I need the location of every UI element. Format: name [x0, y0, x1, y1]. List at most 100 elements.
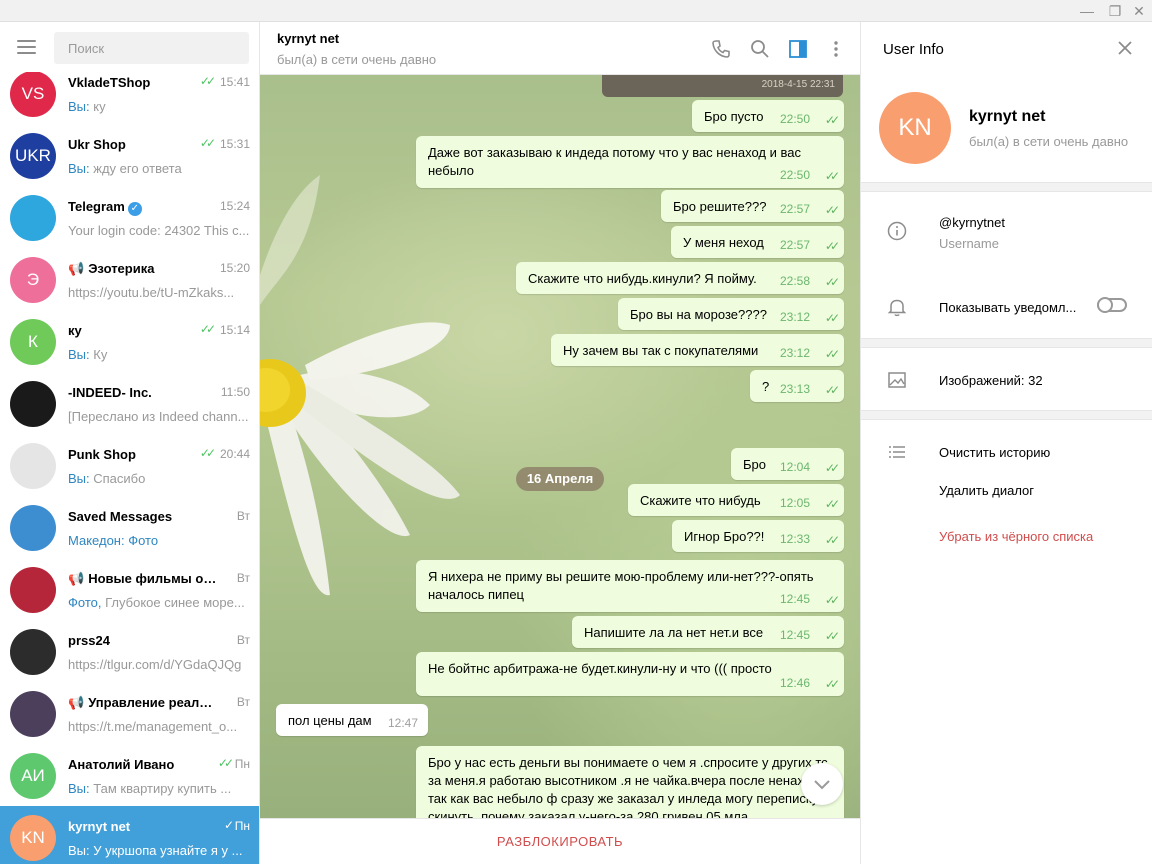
outgoing-message[interactable]: Бро решите??? 22:57 ✓✓	[661, 190, 844, 222]
unblock-button[interactable]: РАЗБЛОКИРОВАТЬ	[260, 818, 860, 864]
chat-list-item[interactable]: prss24 Вт https://tlgur.com/d/YGdaQJQg	[0, 620, 259, 682]
restore-button[interactable]: ❐	[1102, 0, 1128, 22]
bell-icon	[887, 299, 907, 317]
message-time: 12:47	[387, 716, 418, 730]
delete-dialog-button[interactable]: Удалить диалог	[939, 483, 1034, 498]
list-icon	[889, 446, 905, 458]
minimize-button[interactable]: —	[1074, 0, 1100, 22]
preview-prefix: Македон: Фото	[68, 533, 159, 548]
avatar[interactable]: KN	[879, 92, 951, 164]
chat-name: Анатолий Ивано	[68, 757, 218, 772]
chat-list-item[interactable]: Telegram ✓ 15:24 Your login code: 24302 Thi…	[0, 186, 259, 248]
unblacklist-button[interactable]: Убрать из чёрного списка	[939, 529, 1093, 544]
outgoing-message[interactable]: ? 23:13 ✓✓	[750, 370, 844, 402]
chat-list-item[interactable]: Punk Shop 20:44 Вы: Спасибо ✓✓	[0, 434, 259, 496]
phone-icon[interactable]	[710, 38, 732, 60]
chat-list-item[interactable]: 📢 Управление реальн... Вт https://t.me/mana…	[0, 682, 259, 744]
avatar: АИ	[10, 753, 56, 799]
avatar: UKR	[10, 133, 56, 179]
sidebar-toggle-icon[interactable]	[787, 38, 809, 60]
chat-list-item[interactable]: 📢 Новые фильмы он... Вт Фото, Глубокое сине…	[0, 558, 259, 620]
message-text: Бро пусто	[704, 109, 764, 124]
chat-list-item[interactable]: Saved Messages Вт Македон: Фото	[0, 496, 259, 558]
close-icon[interactable]	[1117, 40, 1133, 56]
double-check-icon: ✓✓	[824, 239, 840, 253]
outgoing-message[interactable]: Я нихера не приму вы решите мою-проблему…	[416, 560, 844, 612]
chat-list-item[interactable]: Кку 15:14 Вы: Ку ✓✓	[0, 310, 259, 372]
outgoing-message[interactable]: Бро пусто 22:50 ✓✓	[692, 100, 844, 132]
preview-prefix: Вы:	[68, 99, 90, 114]
chat-preview: https://youtu.be/tU-mZkaks...	[68, 285, 250, 300]
preview-prefix: Вы:	[68, 843, 90, 858]
avatar-initials: Э	[26, 270, 40, 289]
chat-list-item[interactable]: Э 📢 Эзотерика 15:20 https://youtu.be/tU-mZka…	[0, 248, 259, 310]
message-time: 22:57	[779, 238, 810, 252]
chat-preview: https://tlgur.com/d/YGdaQJQg	[68, 657, 250, 672]
notifications-label: Показывать уведомл...	[939, 300, 1077, 315]
chat-list-item[interactable]: UKR Ukr Shop 15:31 Вы: жду его ответа ✓✓	[0, 124, 259, 186]
outgoing-message[interactable]: Игнор Бро??! 12:33 ✓✓	[672, 520, 844, 552]
double-check-icon: ✓✓	[824, 169, 840, 183]
divider	[861, 182, 1152, 192]
incoming-message[interactable]: пол цены дам 12:47	[276, 704, 428, 736]
outgoing-message[interactable]: Бро у нас есть деньги вы понимаете о чем…	[416, 746, 844, 818]
chat-name-text: ку	[68, 323, 82, 338]
message-time: 12:05	[779, 496, 810, 510]
chat-list-item[interactable]: -INDEED- Inc. 11:50 [Переслано из Indeed c…	[0, 372, 259, 434]
verified-icon: ✓	[127, 202, 142, 216]
images-count[interactable]: Изображений: 32	[939, 373, 1043, 388]
outgoing-message[interactable]: Ну зачем вы так с покупателями 23:12 ✓✓	[551, 334, 844, 366]
more-options-icon[interactable]	[825, 38, 847, 60]
chat-name: Punk Shop	[68, 447, 218, 462]
close-window-button[interactable]: ✕	[1126, 0, 1152, 22]
chat-time: Вт	[236, 509, 250, 523]
preview-text: ку	[89, 99, 106, 114]
message-time: 22:57	[779, 202, 810, 216]
message-text: Я нихера не приму вы решите мою-проблему…	[428, 569, 814, 602]
message-time: 12:04	[779, 460, 810, 474]
outgoing-message[interactable]: Бро 12:04 ✓✓	[731, 448, 844, 480]
outgoing-message[interactable]: Скажите что нибудь 12:05 ✓✓	[628, 484, 844, 516]
double-check-icon: ✓✓	[199, 446, 216, 460]
username-value[interactable]: @kyrnytnet	[939, 215, 1005, 230]
divider	[861, 410, 1152, 420]
window-titlebar: — ❐ ✕	[0, 0, 1152, 22]
chat-time: 15:20	[219, 261, 250, 275]
outgoing-message[interactable]: Скажите что нибудь.кинули? Я пойму. 22:58…	[516, 262, 844, 294]
user-info-title: User Info	[883, 41, 944, 58]
outgoing-message[interactable]: Напишите ла ла нет нет.и все 12:45 ✓✓	[572, 616, 844, 648]
message-text: Бро у нас есть деньги вы понимаете о чем…	[428, 755, 828, 818]
chat-name: Telegram ✓	[68, 199, 218, 216]
avatar	[10, 443, 56, 489]
menu-icon[interactable]	[17, 40, 36, 54]
outgoing-message[interactable]: Бро вы на морозе???? 23:12 ✓✓	[618, 298, 844, 330]
search-icon[interactable]	[749, 38, 771, 60]
clear-history-button[interactable]: Очистить историю	[939, 445, 1050, 460]
chat-preview: Македон: Фото	[68, 533, 250, 548]
outgoing-message[interactable]: Не бойтнс арбитража-не будет.кинули-ну и…	[416, 652, 844, 696]
photo-message[interactable]: 2018-4-15 22:31	[602, 75, 843, 97]
conversation-title[interactable]: kyrnyt net	[277, 31, 339, 46]
scroll-down-button[interactable]	[801, 763, 843, 805]
preview-text: Там квартиру купить ...	[89, 781, 232, 796]
chat-name: -INDEED- Inc.	[68, 385, 218, 400]
double-check-icon: ✓✓	[199, 322, 216, 336]
outgoing-message[interactable]: Даже вот заказываю к индеда потому что у…	[416, 136, 844, 188]
chat-list-item[interactable]: KN kyrnyt net Пн Вы: У укршопа узнайте я у …	[0, 806, 259, 864]
chat-time: 15:24	[219, 199, 250, 213]
message-time: 12:33	[779, 532, 810, 546]
chat-time: Пн	[234, 819, 250, 833]
chat-name-text: Ukr Shop	[68, 137, 126, 152]
outgoing-message[interactable]: У меня неход 22:57 ✓✓	[671, 226, 844, 258]
notifications-toggle[interactable]	[1097, 297, 1127, 313]
chat-name-text: Telegram	[68, 199, 125, 214]
chat-name: 📢 Новые фильмы он...	[68, 571, 218, 587]
avatar-initials: KN	[21, 828, 45, 847]
search-input[interactable]	[54, 32, 249, 64]
preview-text: У укршопа узнайте я у ...	[89, 843, 243, 858]
double-check-icon: ✓✓	[217, 756, 234, 770]
chat-list-item[interactable]: АИ Анатолий Ивано Пн Вы: Там квартиру купит…	[0, 744, 259, 806]
username-label: Username	[939, 236, 999, 251]
preview-text: Глубокое синее море...	[101, 595, 245, 610]
double-check-icon: ✓✓	[199, 136, 216, 150]
